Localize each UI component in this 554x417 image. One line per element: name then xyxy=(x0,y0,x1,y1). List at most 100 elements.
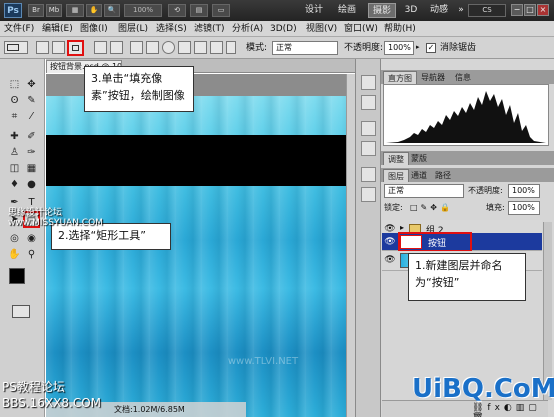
menu-window[interactable]: 窗口(W) xyxy=(344,22,378,36)
move-tool-icon[interactable]: ✥ xyxy=(24,77,39,92)
tool-preset-picker[interactable] xyxy=(4,41,28,54)
uibq-watermark: UiBQ.CoM xyxy=(412,374,554,404)
workspace-painting[interactable]: 绘画 xyxy=(334,3,360,18)
eraser-icon[interactable]: ◫ xyxy=(7,161,22,176)
history-brush-icon[interactable]: ✑ xyxy=(24,145,39,160)
eyedropper-icon[interactable]: ⁄ xyxy=(24,109,39,124)
workspace-more-icon[interactable]: » xyxy=(456,3,466,18)
zoom-level[interactable]: 100% xyxy=(124,4,162,17)
3d-orbit-icon[interactable]: ◉ xyxy=(24,231,39,246)
rectangle-tool-icon[interactable] xyxy=(130,41,143,54)
shape-layers-icon[interactable] xyxy=(36,41,49,54)
menu-select[interactable]: 选择(S) xyxy=(156,22,187,36)
lasso-tool-icon[interactable]: ʘ xyxy=(7,93,22,108)
zoom-icon[interactable]: 🔍 xyxy=(104,4,120,17)
tab-histogram[interactable]: 直方图 xyxy=(383,71,417,84)
tab-adjustments[interactable]: 调整 xyxy=(383,152,409,165)
layer-opacity-input[interactable]: 100% xyxy=(508,184,540,198)
healing-brush-icon[interactable]: ✚ xyxy=(7,129,22,144)
histogram-graph xyxy=(386,91,546,143)
tab-info[interactable]: 信息 xyxy=(451,71,475,84)
eye-icon[interactable]: 👁 xyxy=(384,236,396,248)
menu-3d[interactable]: 3D(D) xyxy=(270,22,297,36)
tab-paths[interactable]: 路径 xyxy=(431,169,455,182)
application-bar: Ps Br Mb ▦ ✋ 🔍 100% ⟲ ▤ ▭ 设计 绘画 摄影 3D 动感… xyxy=(0,0,554,21)
layer-opacity-label: 不透明度: xyxy=(468,186,503,195)
canvas-vertical-scrollbar[interactable] xyxy=(346,74,355,417)
arrange-documents-icon[interactable]: ▤ xyxy=(190,4,208,17)
custom-shape-icon[interactable] xyxy=(210,41,223,54)
close-button[interactable]: × xyxy=(537,4,549,16)
clone-source-icon[interactable] xyxy=(361,141,376,156)
tab-navigator[interactable]: 导航器 xyxy=(417,71,449,84)
rounded-rectangle-icon[interactable] xyxy=(146,41,159,54)
menu-edit[interactable]: 编辑(E) xyxy=(42,22,73,36)
menu-view[interactable]: 视图(V) xyxy=(306,22,337,36)
workspace-design[interactable]: 设计 xyxy=(302,3,326,18)
opacity-slider-icon[interactable]: ▸ xyxy=(416,43,424,53)
missyuan-watermark: 思缘设计论坛 www.MISSYUAN.COM xyxy=(8,208,103,228)
brush-panel-icon[interactable] xyxy=(361,121,376,136)
history-panel-icon[interactable] xyxy=(361,75,376,90)
fill-input[interactable]: 100% xyxy=(508,201,540,215)
actions-panel-icon[interactable] xyxy=(361,95,376,110)
lock-options-icon[interactable]: □✎✥🔒 xyxy=(410,203,454,213)
zoom-tool-icon[interactable]: ⚲ xyxy=(24,247,39,262)
antialias-checkbox[interactable]: ✓ xyxy=(426,43,436,53)
hand-tool-icon[interactable]: ✋ xyxy=(7,247,22,262)
pen-tool-icon[interactable] xyxy=(94,41,107,54)
quick-select-icon[interactable]: ✎ xyxy=(24,93,39,108)
menu-filter[interactable]: 滤镜(T) xyxy=(194,22,225,36)
quick-mask-icon[interactable] xyxy=(12,305,30,318)
crop-tool-icon[interactable]: ⌗ xyxy=(7,109,22,124)
line-tool-icon[interactable] xyxy=(194,41,207,54)
polygon-tool-icon[interactable] xyxy=(178,41,191,54)
geometry-options-icon[interactable] xyxy=(226,41,236,54)
clone-stamp-icon[interactable]: ♙ xyxy=(7,145,22,160)
antialias-label: 消除锯齿 xyxy=(440,43,477,53)
menu-layer[interactable]: 图层(L) xyxy=(118,22,148,36)
histogram-tabbar: 直方图 导航器 信息 xyxy=(381,70,554,84)
view-extras-button[interactable]: ▦ xyxy=(66,4,84,17)
tab-channels[interactable]: 通道 xyxy=(407,169,431,182)
freeform-pen-icon[interactable] xyxy=(110,41,123,54)
blend-mode-select[interactable]: 正常 xyxy=(384,184,464,198)
3d-rotate-icon[interactable]: ◎ xyxy=(7,231,22,246)
menu-help[interactable]: 帮助(H) xyxy=(384,22,416,36)
menu-analysis[interactable]: 分析(A) xyxy=(232,22,263,36)
fill-pixels-button[interactable] xyxy=(67,40,84,56)
marquee-tool-icon[interactable]: ⬚ xyxy=(7,77,22,92)
rotate-view-icon[interactable]: ⟲ xyxy=(168,4,186,17)
menu-file[interactable]: 文件(F) xyxy=(4,22,34,36)
menu-image[interactable]: 图像(I) xyxy=(80,22,108,36)
expand-triangle-icon[interactable]: ▸ xyxy=(400,223,404,232)
workspace-3d[interactable]: 3D xyxy=(402,3,420,18)
cs-live-button[interactable]: CS xyxy=(468,4,506,17)
opacity-input[interactable]: 100% xyxy=(384,41,414,55)
mini-bridge-button[interactable]: Mb xyxy=(46,4,62,17)
eye-icon[interactable]: 👁 xyxy=(384,254,396,266)
bbs-watermark: BBS.16XX8.COM xyxy=(2,396,102,410)
options-bar: 模式: 正常 不透明度: 100% ▸ ✓ 消除锯齿 xyxy=(0,37,554,59)
paths-icon[interactable] xyxy=(52,41,65,54)
screen-mode-icon[interactable]: ▭ xyxy=(212,4,230,17)
gradient-tool-icon[interactable]: ▦ xyxy=(24,161,39,176)
blur-tool-icon[interactable]: ♦ xyxy=(7,177,22,192)
maximize-button[interactable]: □ xyxy=(524,4,536,16)
character-panel-icon[interactable] xyxy=(361,167,376,182)
paragraph-panel-icon[interactable] xyxy=(361,187,376,202)
layer-highlight-box xyxy=(398,232,472,252)
minimize-button[interactable]: − xyxy=(511,4,523,16)
mode-select[interactable]: 正常 xyxy=(272,41,338,55)
ellipse-tool-icon[interactable] xyxy=(162,41,175,54)
foreground-color-swatch[interactable] xyxy=(9,268,25,284)
brush-tool-icon[interactable]: ✐ xyxy=(24,129,39,144)
dodge-tool-icon[interactable]: ● xyxy=(24,177,39,192)
bridge-button[interactable]: Br xyxy=(28,4,44,17)
workspace-photography[interactable]: 摄影 xyxy=(368,3,396,18)
tab-layers[interactable]: 图层 xyxy=(383,169,409,182)
hand-icon[interactable]: ✋ xyxy=(86,4,102,17)
menu-bar: 文件(F) 编辑(E) 图像(I) 图层(L) 选择(S) 滤镜(T) 分析(A… xyxy=(0,21,554,37)
workspace-motion[interactable]: 动感 xyxy=(426,3,452,18)
tab-masks[interactable]: 蒙版 xyxy=(407,152,431,165)
